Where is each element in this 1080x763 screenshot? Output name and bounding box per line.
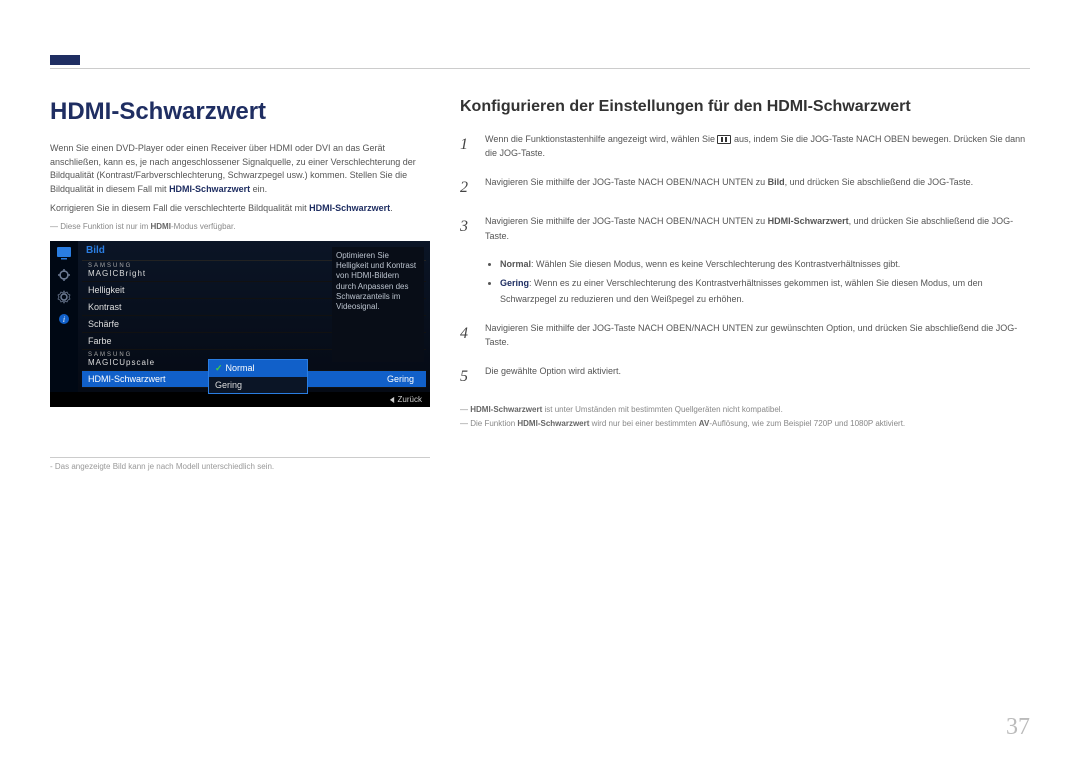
settings-icon <box>55 289 73 305</box>
highlight: HDMI-Schwarzwert <box>169 184 250 194</box>
bullet-gering: Gering: Wenn es zu einer Verschlechterun… <box>500 276 1030 307</box>
osd-screenshot: i Bild SAMSUNGMAGICBright Benutzerdef. H… <box>50 241 430 407</box>
text: ein. <box>250 184 267 194</box>
label: Normal <box>226 363 255 373</box>
bullet-normal: Normal: Wählen Sie diesen Modus, wenn es… <box>500 257 1030 272</box>
intro-para-2: Korrigieren Sie in diesem Fall die versc… <box>50 202 430 216</box>
bold: HDMI <box>150 222 170 231</box>
availability-note: ― Diese Funktion ist nur im HDMI-Modus v… <box>50 222 430 231</box>
check-icon: ✓ <box>215 363 223 374</box>
back-label: Zurück <box>398 395 422 404</box>
label: Helligkeit <box>88 285 183 295</box>
label: Schärfe <box>88 319 183 329</box>
highlight: HDMI-Schwarzwert <box>309 203 390 213</box>
section-title: HDMI-Schwarzwert <box>50 98 430 126</box>
step-number: 3 <box>460 214 485 243</box>
step-number: 2 <box>460 175 485 201</box>
step-4: 4 Navigieren Sie mithilfe der JOG-Taste … <box>460 321 1030 350</box>
osd-footer: ◀ Zurück <box>50 392 430 407</box>
bold: HDMI-Schwarzwert <box>470 405 542 414</box>
text: -Auflösung, wie zum Beispiel 720P und 10… <box>709 419 905 428</box>
page-number: 37 <box>1006 714 1030 741</box>
svg-text:i: i <box>63 315 65 324</box>
value: Gering <box>387 374 420 384</box>
step-1: 1 Wenn die Funktionstastenhilfe angezeig… <box>460 132 1030 161</box>
label: MAGICUpscale <box>88 358 155 367</box>
right-column: Konfigurieren der Einstellungen für den … <box>460 98 1030 471</box>
step-number: 4 <box>460 321 485 350</box>
osd-sidebar: i <box>50 241 78 392</box>
text: : Wenn es zu einer Verschlechterung des … <box>500 278 983 303</box>
option-gering: Gering <box>209 377 307 393</box>
label-prefix: SAMSUNG <box>88 264 183 268</box>
text: Navigieren Sie mithilfe der JOG-Taste NA… <box>485 216 768 226</box>
header-accent <box>50 55 80 65</box>
text: . <box>390 203 393 213</box>
text: ist unter Umständen mit bestimmten Quell… <box>542 405 783 414</box>
left-column: HDMI-Schwarzwert Wenn Sie einen DVD-Play… <box>50 98 430 471</box>
back-arrow-icon: ◀ <box>390 395 394 404</box>
note-1: HDMI-Schwarzwert ist unter Umständen mit… <box>460 403 1030 417</box>
step-number: 5 <box>460 364 485 390</box>
step-number: 1 <box>460 132 485 161</box>
label: Normal <box>500 259 531 269</box>
steps-list: 1 Wenn die Funktionstastenhilfe angezeig… <box>460 132 1030 243</box>
text: Navigieren Sie mithilfe der JOG-Taste NA… <box>485 177 768 187</box>
osd-dropdown: ✓Normal Gering <box>208 359 308 394</box>
compat-notes: HDMI-Schwarzwert ist unter Umständen mit… <box>460 403 1030 430</box>
label: Kontrast <box>88 302 183 312</box>
step-2: 2 Navigieren Sie mithilfe der JOG-Taste … <box>460 175 1030 201</box>
bold: HDMI-Schwarzwert <box>517 419 589 428</box>
text: Die Funktion <box>470 419 517 428</box>
header-rule <box>50 68 1030 69</box>
label: Farbe <box>88 336 183 346</box>
label: HDMI-Schwarzwert <box>88 374 183 384</box>
steps-list-2: 4 Navigieren Sie mithilfe der JOG-Taste … <box>460 321 1030 389</box>
page: HDMI-Schwarzwert Wenn Sie einen DVD-Play… <box>0 0 1080 471</box>
label: MAGICBright <box>88 269 146 278</box>
osd-help-text: Optimieren Sie Helligkeit und Kontrast v… <box>332 247 424 362</box>
target-icon <box>55 267 73 283</box>
step-3: 3 Navigieren Sie mithilfe der JOG-Taste … <box>460 214 1030 243</box>
note-2: Die Funktion HDMI-Schwarzwert wird nur b… <box>460 417 1030 431</box>
intro-para-1: Wenn Sie einen DVD-Player oder einen Rec… <box>50 142 430 196</box>
label: Gering <box>215 380 242 390</box>
picture-icon <box>55 245 73 261</box>
option-normal: ✓Normal <box>209 360 307 377</box>
text: Wenn die Funktionstastenhilfe angezeigt … <box>485 134 717 144</box>
text: : Wählen Sie diesen Modus, wenn es keine… <box>531 259 900 269</box>
text: wird nur bei einer bestimmten <box>589 419 698 428</box>
model-footnote: - Das angezeigte Bild kann je nach Model… <box>50 457 430 471</box>
text: -Modus verfügbar. <box>171 222 235 231</box>
text: Korrigieren Sie in diesem Fall die versc… <box>50 203 309 213</box>
label: Gering <box>500 278 529 288</box>
bullet-list: Normal: Wählen Sie diesen Modus, wenn es… <box>500 257 1030 307</box>
menu-icon <box>717 135 731 144</box>
bold: Bild <box>768 177 785 187</box>
text: Die gewählte Option wird aktiviert. <box>485 364 1030 390</box>
label-prefix: SAMSUNG <box>88 353 183 357</box>
info-icon: i <box>55 311 73 327</box>
text: , und drücken Sie abschließend die JOG-T… <box>785 177 974 187</box>
bold: AV <box>699 419 710 428</box>
text: Navigieren Sie mithilfe der JOG-Taste NA… <box>485 321 1030 350</box>
osd-main: Bild SAMSUNGMAGICBright Benutzerdef. Hel… <box>78 241 430 392</box>
text: ― Diese Funktion ist nur im <box>50 222 150 231</box>
bold: HDMI-Schwarzwert <box>768 216 849 226</box>
step-5: 5 Die gewählte Option wird aktiviert. <box>460 364 1030 390</box>
subsection-title: Konfigurieren der Einstellungen für den … <box>460 98 1030 116</box>
